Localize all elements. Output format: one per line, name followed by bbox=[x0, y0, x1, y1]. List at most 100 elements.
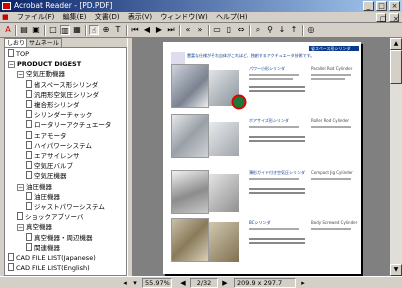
bookmark-item[interactable]: CAD FILE LIST(English) bbox=[8, 263, 90, 273]
bookmark-item[interactable]: 油圧機器 bbox=[26, 191, 60, 202]
zoom-tool-icon[interactable]: ⊕ bbox=[101, 25, 111, 35]
zoom-menu-icon[interactable]: ▾ bbox=[130, 278, 140, 288]
thumbnails-page-icon[interactable]: ▦ bbox=[72, 25, 82, 35]
bookmark-item[interactable]: エアサイレンサ bbox=[26, 151, 80, 161]
toolbar-separator bbox=[126, 25, 128, 36]
bookmark-item[interactable]: 汎用形空気圧シリンダ bbox=[26, 89, 99, 100]
menu-window[interactable]: ウィンドウ(W) bbox=[157, 12, 210, 23]
last-page-icon[interactable]: ⏭ bbox=[166, 25, 176, 35]
tab-thumbnails[interactable]: サムネール bbox=[26, 38, 62, 47]
acrobat-app-icon[interactable] bbox=[2, 2, 11, 10]
menu-document[interactable]: 文書(D) bbox=[92, 12, 123, 23]
menu-view[interactable]: 表示(V) bbox=[125, 12, 155, 23]
bookmark-item[interactable]: 省スペース形シリンダ bbox=[26, 79, 98, 90]
bookmark-page-icon bbox=[26, 100, 32, 108]
bookmark-item[interactable]: 空気圧バルブ bbox=[26, 161, 73, 171]
scroll-down-button[interactable]: ▼ bbox=[390, 264, 402, 276]
vertical-scrollbar[interactable]: ▲ ▼ bbox=[390, 38, 402, 276]
bookmark-label: ハイパワーシステム bbox=[34, 141, 92, 150]
bookmark-item[interactable]: 真空機器・周辺機器 bbox=[26, 232, 93, 243]
prev-page-small-icon[interactable]: ◀ bbox=[178, 278, 188, 288]
bookmark-label: シリンダーチャック bbox=[34, 111, 93, 120]
text-line bbox=[249, 74, 299, 76]
bookmark-item[interactable]: CAD FILE LIST(Japanese) bbox=[8, 253, 96, 263]
select-text-icon[interactable]: T bbox=[113, 25, 123, 35]
text-line bbox=[249, 86, 305, 88]
page-number[interactable]: 2/32 bbox=[190, 278, 218, 288]
toolbar-separator bbox=[249, 25, 251, 36]
bookmark-label: 真空機器・周辺機器 bbox=[34, 233, 93, 242]
menu-help[interactable]: ヘルプ(H) bbox=[213, 12, 251, 23]
bookmark-item[interactable]: − 真空機器 bbox=[17, 222, 52, 232]
bookmark-page-icon bbox=[8, 263, 14, 272]
fit-page-icon[interactable]: ▯ bbox=[224, 25, 234, 35]
fit-width-icon[interactable]: ⇔ bbox=[236, 25, 246, 35]
first-page-small-icon[interactable]: ◂ bbox=[120, 278, 130, 288]
product-photo-2b bbox=[209, 122, 239, 156]
bookmark-item[interactable]: シリンダーチャック bbox=[26, 110, 92, 120]
document-view[interactable]: 省スペース形シリンダ 豊富な仕様がそれ自体がこれほど、独創するアクチュエータ技術… bbox=[133, 38, 390, 276]
search-icon[interactable]: ⚲ bbox=[265, 25, 275, 35]
maximize-button[interactable]: □ bbox=[376, 1, 387, 11]
text-line bbox=[311, 126, 351, 128]
scroll-up-button[interactable]: ▲ bbox=[390, 38, 402, 50]
text-line bbox=[249, 242, 305, 244]
find-icon[interactable]: ⌕ bbox=[253, 25, 263, 35]
go-forward-icon[interactable]: » bbox=[195, 25, 205, 35]
bookmark-label: CAD FILE LIST(Japanese) bbox=[16, 254, 96, 262]
actual-size-icon[interactable]: ▭ bbox=[212, 25, 222, 35]
bookmark-label: TOP bbox=[16, 50, 30, 58]
minimize-button[interactable]: _ bbox=[363, 1, 374, 11]
acrobat-icon[interactable]: A bbox=[3, 25, 13, 35]
bookmark-label: 油圧機器 bbox=[34, 192, 60, 201]
close-button[interactable]: × bbox=[389, 1, 400, 11]
page-only-icon[interactable]: □ bbox=[48, 25, 58, 35]
bookmark-item[interactable]: − 空気圧動機器 bbox=[17, 69, 65, 79]
first-page-icon[interactable]: ⏮ bbox=[130, 25, 140, 35]
document-menu-icon[interactable]: ■ bbox=[0, 12, 12, 23]
bookmark-item[interactable]: 複合形シリンダ bbox=[26, 100, 80, 110]
text-line bbox=[249, 78, 293, 80]
bookmark-item[interactable]: − 油圧機器 bbox=[17, 182, 52, 192]
bookmark-item[interactable]: ショックアブソーバ bbox=[17, 212, 83, 222]
collapse-toggle-icon[interactable]: − bbox=[17, 224, 24, 232]
collapse-toggle-icon[interactable]: − bbox=[17, 183, 24, 191]
bookmark-item[interactable]: − PRODUCT DIGEST bbox=[8, 59, 81, 69]
zoom-level[interactable]: 55.97% bbox=[142, 278, 172, 288]
next-page-small-icon[interactable]: ▶ bbox=[220, 278, 230, 288]
prev-page-icon[interactable]: ◀ bbox=[142, 25, 152, 35]
search-next-icon[interactable]: ↓ bbox=[277, 25, 287, 35]
item-1-jp: パワー小形シリンダ bbox=[249, 66, 285, 71]
bookmark-item[interactable]: 空気圧機器 bbox=[26, 171, 67, 181]
web-link-icon[interactable]: ◎ bbox=[306, 25, 316, 35]
item-1-en: Parallel Rod Cylinder bbox=[311, 66, 353, 71]
bookmark-item[interactable]: 関連機器 bbox=[26, 242, 60, 253]
collapse-toggle-icon[interactable]: − bbox=[17, 71, 24, 79]
bookmark-item[interactable]: ロータリーアクチュエータ bbox=[26, 120, 111, 130]
tab-bookmarks[interactable]: しおり bbox=[4, 38, 29, 47]
search-prev-icon[interactable]: ↑ bbox=[289, 25, 299, 35]
collapse-toggle-icon[interactable]: − bbox=[8, 61, 15, 69]
bookmark-item[interactable]: TOP bbox=[8, 49, 29, 59]
doc-restore-button[interactable]: □ bbox=[376, 13, 387, 23]
hand-tool-icon[interactable]: ☝ bbox=[89, 25, 99, 35]
open-icon[interactable]: ▤ bbox=[19, 25, 29, 35]
go-back-icon[interactable]: « bbox=[183, 25, 193, 35]
toolbar-separator bbox=[44, 25, 46, 36]
bookmark-label: 空気圧バルブ bbox=[34, 162, 73, 171]
bookmark-item[interactable]: ハイパワーシステム bbox=[26, 140, 92, 151]
page-size-menu-icon[interactable]: ▸ bbox=[298, 278, 308, 288]
doc-close-button[interactable]: × bbox=[389, 13, 399, 23]
next-page-icon[interactable]: ▶ bbox=[154, 25, 164, 35]
scroll-thumb[interactable] bbox=[390, 50, 402, 84]
text-line bbox=[249, 238, 305, 240]
bookmark-item[interactable]: エアモータ bbox=[26, 130, 67, 141]
bookmark-page-icon bbox=[26, 110, 32, 119]
menu-file[interactable]: ファイル(F) bbox=[14, 12, 58, 23]
bookmark-item[interactable]: ジャストパワーシステム bbox=[26, 202, 105, 212]
menu-edit[interactable]: 編集(E) bbox=[60, 12, 90, 23]
print-icon[interactable]: ▣ bbox=[31, 25, 41, 35]
bookmark-page-icon bbox=[26, 161, 32, 170]
item-4-jp: BCシリンダ bbox=[249, 220, 271, 225]
bookmarks-page-icon[interactable]: ▥ bbox=[60, 25, 70, 35]
